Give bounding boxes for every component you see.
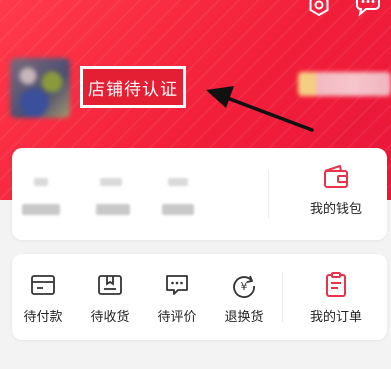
store-status-badge[interactable]: 店铺待认证 (80, 66, 186, 108)
svg-text:¥: ¥ (241, 280, 248, 293)
wallet-icon (324, 165, 348, 188)
assets-card: 我的钱包 (12, 148, 387, 240)
order-refund[interactable]: ¥ 退换货 (217, 272, 271, 325)
order-item-label: 待评价 (157, 310, 197, 325)
order-item-label: 退换货 (224, 310, 264, 325)
my-orders-label: 我的订单 (309, 310, 362, 325)
refund-icon: ¥ (233, 275, 255, 298)
message-icon[interactable] (354, 0, 380, 18)
annotation-arrow (206, 86, 314, 132)
my-wallet-button[interactable]: 我的钱包 (282, 164, 390, 217)
avatar[interactable] (10, 58, 70, 118)
order-pending-review[interactable]: 待评价 (150, 272, 204, 325)
order-list-icon (326, 272, 346, 297)
package-icon (98, 275, 122, 295)
order-item-label: 待收货 (90, 310, 130, 325)
review-icon (166, 275, 188, 295)
settings-icon[interactable] (306, 0, 332, 18)
orders-card: 待付款 待收货 待评价 ¥ 退换货 我的订单 (12, 254, 387, 340)
my-orders-button[interactable]: 我的订单 (282, 272, 390, 325)
order-item-label: 待付款 (23, 310, 63, 325)
payment-pending-icon (31, 275, 55, 295)
divider (268, 170, 269, 218)
order-pending-receipt[interactable]: 待收货 (83, 272, 137, 325)
order-pending-payment[interactable]: 待付款 (16, 272, 70, 325)
wallet-label: 我的钱包 (309, 202, 362, 217)
